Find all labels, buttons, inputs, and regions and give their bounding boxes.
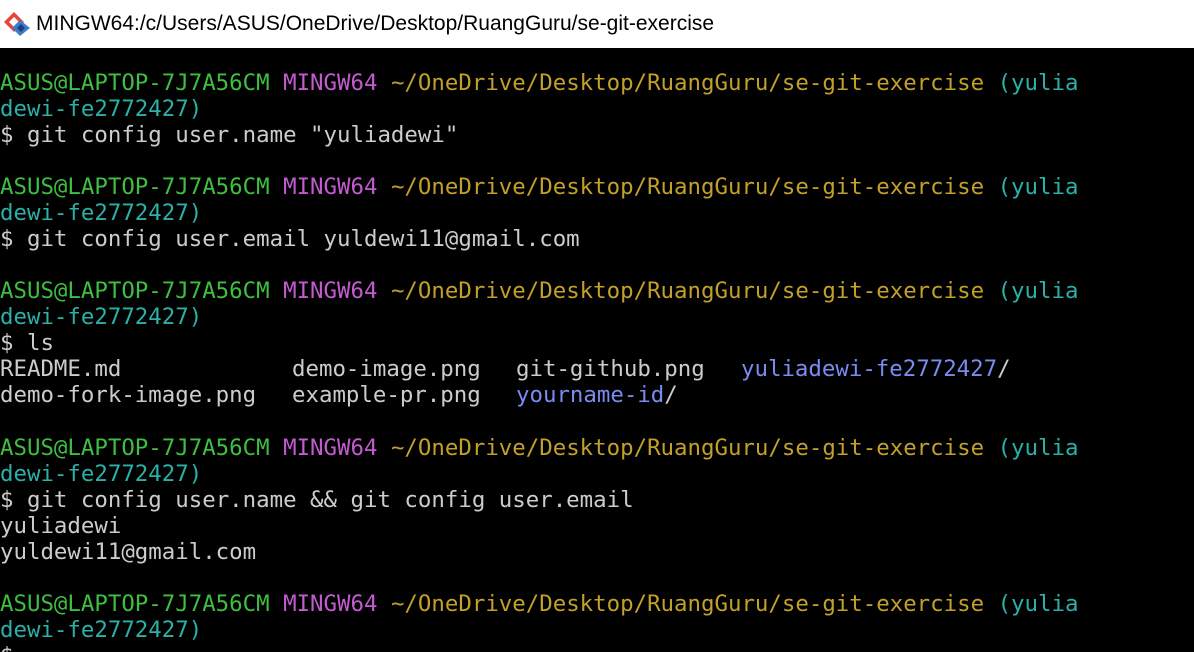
prompt-user-host: ASUS@LAPTOP-7J7A56CM [0, 70, 270, 96]
prompt-msystem: MINGW64 [283, 278, 378, 304]
directory-entry: yourname-id/ [516, 382, 678, 408]
title-bar[interactable]: MINGW64:/c/Users/ASUS/OneDrive/Desktop/R… [0, 0, 1194, 48]
prompt-line: ASUS@LAPTOP-7J7A56CM MINGW64 ~/OneDrive/… [0, 70, 1078, 96]
command-line: $ [0, 643, 13, 652]
directory-entry: yuliadewi-fe2772427/ [741, 356, 1011, 382]
git-bash-icon [4, 12, 30, 36]
directory-suffix: / [664, 382, 678, 408]
file-entry: demo-image.png [292, 356, 481, 382]
prompt-path: ~/OneDrive/Desktop/RuangGuru/se-git-exer… [390, 591, 985, 617]
prompt-line: ASUS@LAPTOP-7J7A56CM MINGW64 ~/OneDrive/… [0, 278, 1078, 304]
prompt-line: ASUS@LAPTOP-7J7A56CM MINGW64 ~/OneDrive/… [0, 591, 1078, 617]
prompt-branch-start: (yulia [997, 278, 1079, 304]
prompt-line: ASUS@LAPTOP-7J7A56CM MINGW64 ~/OneDrive/… [0, 435, 1078, 461]
prompt-user-host: ASUS@LAPTOP-7J7A56CM [0, 435, 270, 461]
command-text: git config user.name && git config user.… [26, 487, 634, 513]
prompt-symbol: $ [0, 226, 14, 252]
prompt-symbol: $ [0, 487, 14, 513]
file-entry: git-github.png [516, 356, 705, 382]
prompt-msystem: MINGW64 [283, 174, 378, 200]
prompt-symbol: $ [0, 330, 14, 356]
prompt-symbol: $ [0, 122, 14, 148]
command-line: $ git config user.name "yuliadewi" [0, 122, 458, 148]
command-text: git config user.email yuldewi11@gmail.co… [26, 226, 580, 252]
prompt-line: ASUS@LAPTOP-7J7A56CM MINGW64 ~/OneDrive/… [0, 174, 1078, 200]
terminal-window: MINGW64:/c/Users/ASUS/OneDrive/Desktop/R… [0, 0, 1194, 652]
prompt-path: ~/OneDrive/Desktop/RuangGuru/se-git-exer… [390, 70, 985, 96]
command-line: $ git config user.email yuldewi11@gmail.… [0, 226, 580, 252]
output-email: yuldewi11@gmail.com [0, 539, 257, 565]
prompt-symbol: $ [0, 643, 13, 652]
prompt-branch-end: dewi-fe2772427) [0, 200, 203, 226]
prompt-msystem: MINGW64 [283, 591, 378, 617]
file-entry: demo-fork-image.png [0, 382, 257, 408]
command-text: ls [26, 330, 54, 356]
command-line: $ git config user.name && git config use… [0, 487, 634, 513]
command-line: $ ls [0, 330, 54, 356]
ls-output-row: demo-fork-image.png example-pr.png yourn… [0, 382, 1194, 408]
output-name: yuliadewi [0, 513, 122, 539]
prompt-msystem: MINGW64 [283, 435, 378, 461]
prompt-user-host: ASUS@LAPTOP-7J7A56CM [0, 174, 270, 200]
prompt-msystem: MINGW64 [283, 70, 378, 96]
prompt-branch-start: (yulia [997, 435, 1079, 461]
file-entry: example-pr.png [292, 382, 481, 408]
prompt-path: ~/OneDrive/Desktop/RuangGuru/se-git-exer… [390, 435, 985, 461]
directory-suffix: / [997, 356, 1011, 382]
command-text: git config user.name "yuliadewi" [26, 122, 459, 148]
directory-name: yourname-id [516, 382, 665, 408]
prompt-branch-end: dewi-fe2772427) [0, 304, 203, 330]
prompt-branch-start: (yulia [997, 70, 1079, 96]
ls-output-row: README.md demo-image.png git-github.png … [0, 356, 1194, 382]
prompt-branch-start: (yulia [997, 174, 1079, 200]
prompt-branch-start: (yulia [997, 591, 1079, 617]
prompt-branch-end: dewi-fe2772427) [0, 96, 203, 122]
directory-name: yuliadewi-fe2772427 [741, 356, 998, 382]
prompt-user-host: ASUS@LAPTOP-7J7A56CM [0, 278, 270, 304]
file-entry: README.md [0, 356, 122, 382]
window-title: MINGW64:/c/Users/ASUS/OneDrive/Desktop/R… [36, 12, 715, 35]
prompt-path: ~/OneDrive/Desktop/RuangGuru/se-git-exer… [390, 174, 985, 200]
prompt-branch-end: dewi-fe2772427) [0, 617, 203, 643]
prompt-user-host: ASUS@LAPTOP-7J7A56CM [0, 591, 270, 617]
prompt-path: ~/OneDrive/Desktop/RuangGuru/se-git-exer… [390, 278, 985, 304]
prompt-branch-end: dewi-fe2772427) [0, 461, 203, 487]
terminal-output[interactable]: ASUS@LAPTOP-7J7A56CM MINGW64 ~/OneDrive/… [0, 48, 1194, 652]
